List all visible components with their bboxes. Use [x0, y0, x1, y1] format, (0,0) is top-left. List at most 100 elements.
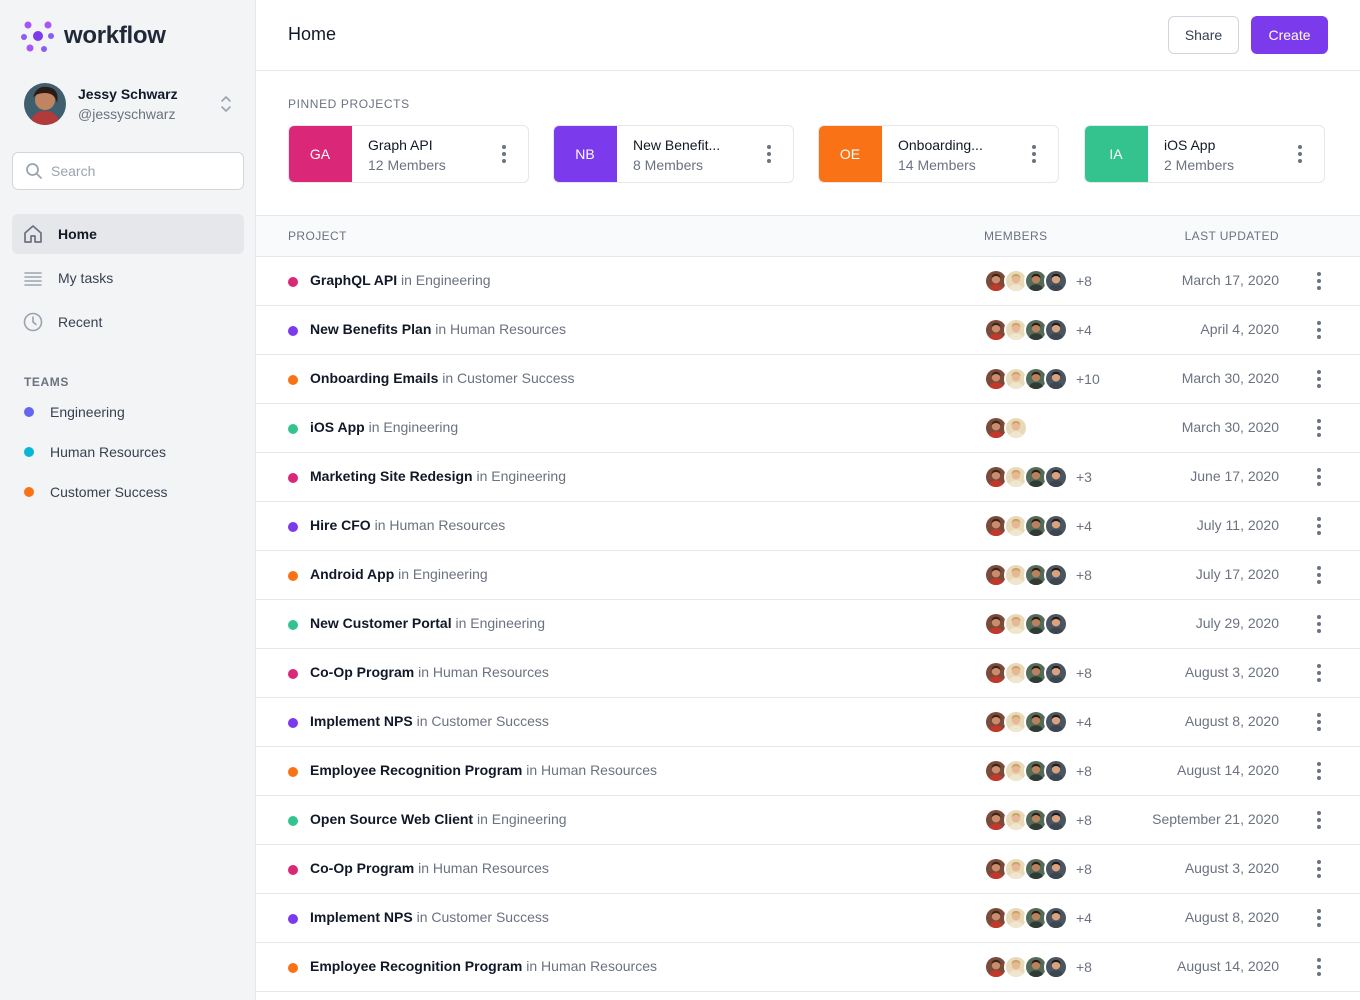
project-name: Hire CFO — [310, 517, 371, 533]
project-name: iOS App — [310, 419, 365, 435]
more-vertical-icon[interactable] — [1308, 514, 1330, 538]
sidebar: workflow Jessy Schwarz @jessyschwarz Hom… — [0, 0, 256, 1000]
table-row[interactable]: New Benefits Plan in Human Resources +4 Ap… — [256, 306, 1360, 355]
project-name: GraphQL API — [310, 272, 398, 288]
table-row[interactable]: New Customer Portal in Engineering July 2… — [256, 600, 1360, 649]
table-row[interactable]: Hire CFO in Human Resources +4 July 11, 20… — [256, 502, 1360, 551]
pinned-projects: GA Graph API 12 Members NB New Benefit... 8 M… — [288, 125, 1328, 183]
project-team: in Engineering — [398, 566, 488, 582]
search-icon — [26, 163, 42, 179]
table-row[interactable]: Co-Op Program in Human Resources +8 August… — [256, 649, 1360, 698]
project-title[interactable]: Onboarding Emails in Customer Success — [310, 370, 575, 386]
last-updated-date: March 17, 2020 — [1181, 272, 1279, 288]
project-color-dot — [288, 522, 298, 532]
app-logo[interactable]: workflow — [20, 18, 166, 54]
more-vertical-icon[interactable] — [490, 126, 518, 182]
project-title[interactable]: Android App in Engineering — [310, 566, 488, 582]
project-title[interactable]: New Customer Portal in Engineering — [310, 615, 545, 631]
more-vertical-icon[interactable] — [1020, 126, 1048, 182]
more-vertical-icon[interactable] — [1286, 126, 1314, 182]
project-title[interactable]: Employee Recognition Program in Human Re… — [310, 762, 657, 778]
extra-members-count: +8 — [1076, 665, 1092, 681]
table-row[interactable]: Implement NPS in Customer Success +4 Augus… — [256, 894, 1360, 943]
project-title[interactable]: Implement NPS in Customer Success — [310, 713, 549, 729]
dots-glyph — [1317, 272, 1321, 290]
project-title[interactable]: New Benefits Plan in Human Resources — [310, 321, 566, 337]
last-updated-date: August 14, 2020 — [1177, 958, 1279, 974]
pinned-project-card[interactable]: OE Onboarding... 14 Members — [818, 125, 1059, 183]
more-vertical-icon[interactable] — [1308, 906, 1330, 930]
avatar — [1044, 661, 1068, 685]
more-vertical-icon[interactable] — [1308, 563, 1330, 587]
page-title: Home — [288, 24, 337, 44]
more-vertical-icon[interactable] — [1308, 416, 1330, 440]
member-avatars: +4 — [984, 514, 1092, 538]
last-updated-date: August 14, 2020 — [1177, 762, 1279, 778]
more-vertical-icon[interactable] — [1308, 857, 1330, 881]
table-row[interactable]: Employee Recognition Program in Human Re… — [256, 943, 1360, 992]
project-title[interactable]: Employee Recognition Program in Human Re… — [310, 958, 657, 974]
chevron-up-down-icon[interactable] — [218, 94, 234, 114]
share-button[interactable]: Share — [1168, 16, 1239, 54]
more-vertical-icon[interactable] — [1308, 612, 1330, 636]
nav-item-my-tasks[interactable]: My tasks — [12, 258, 244, 298]
project-title[interactable]: iOS App in Engineering — [310, 419, 458, 435]
list-icon — [24, 272, 42, 286]
pinned-project-card[interactable]: IA iOS App 2 Members — [1084, 125, 1325, 183]
project-title[interactable]: Marketing Site Redesign in Engineering — [310, 468, 566, 484]
table-row[interactable]: iOS App in Engineering March 30, 2020 — [256, 404, 1360, 453]
more-vertical-icon[interactable] — [1308, 955, 1330, 979]
member-avatars: +8 — [984, 661, 1092, 685]
more-vertical-icon[interactable] — [755, 126, 783, 182]
pinned-project-name: Graph API — [368, 137, 433, 153]
project-title[interactable]: Co-Op Program in Human Resources — [310, 664, 549, 680]
table-row[interactable]: Marketing Site Redesign in Engineering +3… — [256, 453, 1360, 502]
team-item-engineering[interactable]: Engineering — [24, 392, 244, 432]
project-title[interactable]: Open Source Web Client in Engineering — [310, 811, 567, 827]
dots-glyph — [1317, 811, 1321, 829]
more-vertical-icon[interactable] — [1308, 367, 1330, 391]
project-team: in Human Resources — [526, 958, 657, 974]
table-row[interactable]: Co-Op Program in Human Resources +8 August… — [256, 845, 1360, 894]
dots-glyph — [1298, 145, 1302, 163]
project-title[interactable]: Co-Op Program in Human Resources — [310, 860, 549, 876]
nav-item-home[interactable]: Home — [12, 214, 244, 254]
project-initials-badge: GA — [289, 126, 352, 182]
dots-glyph — [1317, 909, 1321, 927]
projects-table: GraphQL API in Engineering +8 March 17, 20… — [256, 257, 1360, 992]
more-vertical-icon[interactable] — [1308, 269, 1330, 293]
more-vertical-icon[interactable] — [1308, 759, 1330, 783]
more-vertical-icon[interactable] — [1308, 710, 1330, 734]
pinned-project-name: Onboarding... — [898, 137, 983, 153]
team-item-customer-success[interactable]: Customer Success — [24, 472, 244, 512]
last-updated-date: August 8, 2020 — [1184, 713, 1279, 729]
project-title[interactable]: Implement NPS in Customer Success — [310, 909, 549, 925]
nav-item-recent[interactable]: Recent — [12, 302, 244, 342]
table-row[interactable]: Open Source Web Client in Engineering +8 S… — [256, 796, 1360, 845]
project-title[interactable]: Hire CFO in Human Resources — [310, 517, 505, 533]
create-button[interactable]: Create — [1251, 16, 1328, 54]
more-vertical-icon[interactable] — [1308, 465, 1330, 489]
more-vertical-icon[interactable] — [1308, 808, 1330, 832]
pinned-project-card[interactable]: GA Graph API 12 Members — [288, 125, 529, 183]
more-vertical-icon[interactable] — [1308, 661, 1330, 685]
project-title[interactable]: GraphQL API in Engineering — [310, 272, 491, 288]
search-box[interactable] — [12, 152, 244, 190]
avatar — [1044, 710, 1068, 734]
user-switcher[interactable]: Jessy Schwarz @jessyschwarz — [24, 83, 234, 125]
last-updated-date: July 11, 2020 — [1196, 517, 1279, 533]
search-input[interactable] — [51, 163, 231, 179]
pinned-project-card[interactable]: NB New Benefit... 8 Members — [553, 125, 794, 183]
table-row[interactable]: Android App in Engineering +8 July 17, 202… — [256, 551, 1360, 600]
table-row[interactable]: Implement NPS in Customer Success +4 Augus… — [256, 698, 1360, 747]
last-updated-date: August 3, 2020 — [1184, 664, 1279, 680]
table-row[interactable]: Employee Recognition Program in Human Re… — [256, 747, 1360, 796]
column-header-members: MEMBERS — [984, 229, 1048, 243]
project-initials-badge: IA — [1085, 126, 1148, 182]
more-vertical-icon[interactable] — [1308, 318, 1330, 342]
project-name: New Customer Portal — [310, 615, 452, 631]
main-content: Home Share Create PINNED PROJECTS GA Grap… — [256, 0, 1360, 1000]
team-item-human-resources[interactable]: Human Resources — [24, 432, 244, 472]
table-row[interactable]: GraphQL API in Engineering +8 March 17, 20… — [256, 257, 1360, 306]
table-row[interactable]: Onboarding Emails in Customer Success +10… — [256, 355, 1360, 404]
